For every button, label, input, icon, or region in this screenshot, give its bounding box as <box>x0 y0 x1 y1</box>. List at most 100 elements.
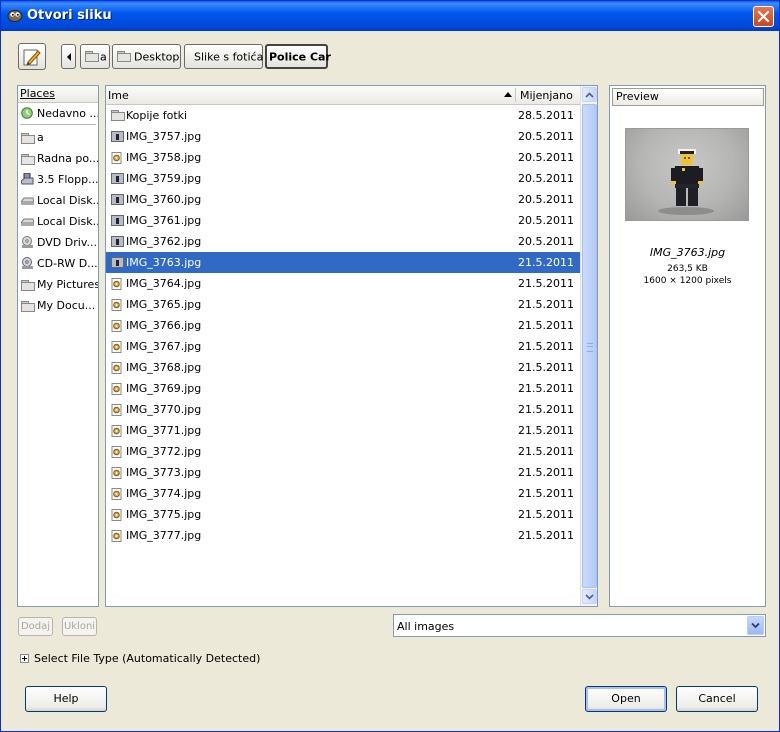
scroll-down-button[interactable] <box>582 589 597 604</box>
column-header-modified[interactable]: Mijenjano <box>520 89 573 102</box>
file-row[interactable]: IMG_3771.jpg 21.5.2011 <box>106 420 580 441</box>
file-row[interactable]: IMG_3773.jpg 21.5.2011 <box>106 462 580 483</box>
dvd-icon <box>22 236 33 248</box>
file-row[interactable]: IMG_3765.jpg 21.5.2011 <box>106 294 580 315</box>
cancel-button[interactable]: Cancel <box>676 686 758 712</box>
places-item-cdrw[interactable]: CD-RW D... <box>18 253 98 274</box>
file-row[interactable]: IMG_3766.jpg 21.5.2011 <box>106 315 580 336</box>
file-filter-select[interactable]: All images <box>393 614 766 637</box>
file-row[interactable]: IMG_3775.jpg 21.5.2011 <box>106 504 580 525</box>
type-location-button[interactable] <box>18 43 46 70</box>
folder-icon <box>21 154 35 165</box>
file-name: IMG_3759.jpg <box>126 172 202 185</box>
places-item-dvd[interactable]: DVD Driv... <box>18 232 98 253</box>
harddisk-icon <box>21 197 34 205</box>
file-modified-date: 28.5.2011 <box>518 109 574 122</box>
file-row[interactable]: IMG_3770.jpg 21.5.2011 <box>106 399 580 420</box>
file-name: IMG_3775.jpg <box>126 508 202 521</box>
file-row[interactable]: IMG_3761.jpg 20.5.2011 <box>106 210 580 231</box>
places-item-floppy[interactable]: 3.5 Flopp... <box>18 169 98 190</box>
preview-file-name: IMG_3763.jpg <box>649 246 726 259</box>
image-icon <box>111 278 122 290</box>
file-list-scrollbar[interactable] <box>580 86 597 606</box>
path-button-desktop[interactable]: Desktop <box>112 44 181 69</box>
file-filter-value: All images <box>397 620 455 633</box>
file-row[interactable]: IMG_3772.jpg 21.5.2011 <box>106 441 580 462</box>
chevron-down-icon <box>751 622 760 629</box>
add-bookmark-label: Dodaj <box>20 621 51 632</box>
path-label: Desktop <box>134 50 180 63</box>
preview-dimensions: 1600 × 1200 pixels <box>643 276 732 286</box>
path-label: Police Car <box>269 50 331 63</box>
file-row[interactable]: IMG_3777.jpg 21.5.2011 <box>106 525 580 546</box>
file-row[interactable]: IMG_3760.jpg 20.5.2011 <box>106 189 580 210</box>
arrow-left-icon <box>67 53 71 61</box>
image-thumb-icon <box>111 131 124 142</box>
file-modified-date: 21.5.2011 <box>518 403 574 416</box>
places-item-local-disk-1[interactable]: Local Disk... <box>18 190 98 211</box>
file-row[interactable]: IMG_3774.jpg 21.5.2011 <box>106 483 580 504</box>
add-bookmark-button[interactable]: Dodaj <box>18 617 53 636</box>
places-item-recent[interactable]: Nedavno ... <box>18 103 98 124</box>
title-bar: Otvori sliku <box>1 1 779 31</box>
places-item-label: Nedavno ... <box>37 107 98 120</box>
remove-bookmark-button[interactable]: Ukloni <box>62 617 97 636</box>
file-row[interactable]: IMG_3757.jpg 20.5.2011 <box>106 126 580 147</box>
close-button[interactable] <box>753 6 774 27</box>
column-header-name[interactable]: Ime <box>108 89 129 102</box>
file-modified-date: 21.5.2011 <box>518 256 574 269</box>
path-button-a[interactable]: a <box>80 44 110 69</box>
places-item-desktop[interactable]: Radna po... <box>18 148 98 169</box>
file-row[interactable]: IMG_3758.jpg 20.5.2011 <box>106 147 580 168</box>
file-row[interactable]: IMG_3769.jpg 21.5.2011 <box>106 378 580 399</box>
open-image-dialog: Otvori sliku a Desktop Slike s fotića Po… <box>0 0 780 732</box>
file-row[interactable]: IMG_3762.jpg 20.5.2011 <box>106 231 580 252</box>
file-row[interactable]: IMG_3768.jpg 21.5.2011 <box>106 357 580 378</box>
file-modified-date: 20.5.2011 <box>518 130 574 143</box>
open-button[interactable]: Open <box>585 686 667 712</box>
file-row[interactable]: IMG_3764.jpg 21.5.2011 <box>106 273 580 294</box>
image-icon <box>111 530 122 542</box>
file-modified-date: 21.5.2011 <box>518 508 574 521</box>
path-scroll-left-button[interactable] <box>61 44 76 69</box>
places-item-my-documents[interactable]: My Docu... <box>18 295 98 316</box>
preview-file-size: 263,5 KB <box>667 264 708 274</box>
remove-bookmark-label: Ukloni <box>63 621 96 632</box>
image-icon <box>111 446 122 458</box>
file-modified-date: 21.5.2011 <box>518 466 574 479</box>
edit-icon <box>23 49 41 66</box>
scroll-thumb[interactable] <box>582 104 597 588</box>
path-button-slike[interactable]: Slike s fotića <box>184 44 263 69</box>
image-icon <box>111 299 122 311</box>
file-filter-dropdown-button[interactable] <box>747 616 764 635</box>
column-divider[interactable] <box>515 88 516 102</box>
file-row[interactable]: IMG_3759.jpg 20.5.2011 <box>106 168 580 189</box>
file-modified-date: 20.5.2011 <box>518 172 574 185</box>
help-button[interactable]: Help <box>25 686 107 712</box>
file-name: IMG_3762.jpg <box>126 235 202 248</box>
path-button-police-car[interactable]: Police Car <box>265 44 331 69</box>
file-name: IMG_3765.jpg <box>126 298 202 311</box>
file-row[interactable]: Kopije fotki 28.5.2011 <box>106 105 580 126</box>
file-modified-date: 21.5.2011 <box>518 529 574 542</box>
file-modified-date: 21.5.2011 <box>518 382 574 395</box>
file-row[interactable]: IMG_3767.jpg 21.5.2011 <box>106 336 580 357</box>
image-thumb-icon <box>111 173 124 184</box>
image-icon <box>111 467 122 479</box>
places-item-label: CD-RW D... <box>37 257 98 270</box>
file-rows: Kopije fotki 28.5.2011 IMG_3757.jpg 20.5.20… <box>106 105 580 546</box>
file-row[interactable]: IMG_3763.jpg 21.5.2011 <box>106 252 580 273</box>
places-item-a[interactable]: a <box>18 127 98 148</box>
path-label: a <box>100 50 107 63</box>
places-item-local-disk-2[interactable]: Local Disk... <box>18 211 98 232</box>
preview-label: Preview <box>612 88 764 106</box>
file-modified-date: 20.5.2011 <box>518 193 574 206</box>
file-modified-date: 20.5.2011 <box>518 151 574 164</box>
select-file-type-label: Select File Type (Automatically Detected… <box>34 652 261 665</box>
file-modified-date: 21.5.2011 <box>518 277 574 290</box>
scroll-up-button[interactable] <box>582 87 597 102</box>
places-header[interactable]: Places <box>18 86 98 103</box>
image-thumb-icon <box>111 194 124 205</box>
places-item-my-pictures[interactable]: My Pictures <box>18 274 98 295</box>
chevron-down-icon <box>585 594 594 600</box>
